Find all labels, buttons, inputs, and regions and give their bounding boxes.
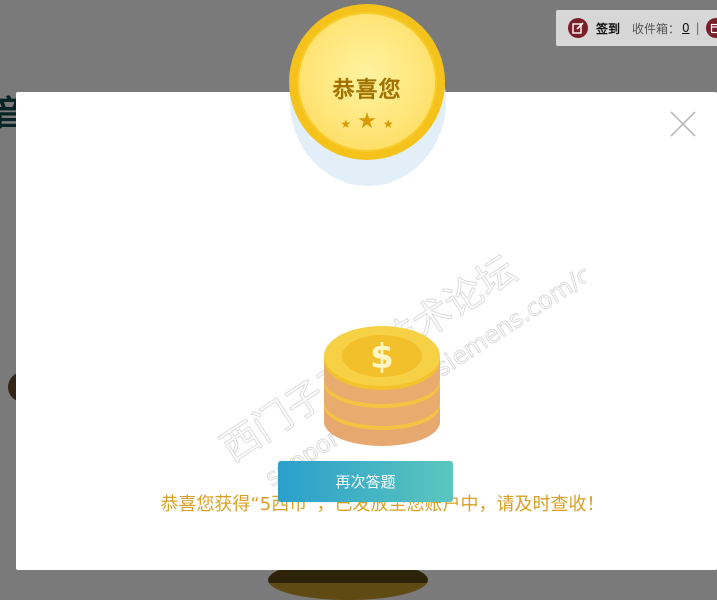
inbox-label: 收件箱： (632, 21, 681, 36)
sign-in-link[interactable]: 签到 (596, 20, 620, 37)
sign-in-icon[interactable] (568, 18, 588, 38)
calendar-icon[interactable] (705, 18, 717, 38)
coin-stack-icon: $ (324, 326, 440, 446)
medal-title: 恭喜您 (332, 78, 402, 103)
user-toolbar: 签到 收件箱： 0 | (556, 10, 717, 46)
svg-text:$: $ (370, 337, 394, 377)
toolbar-separator: | (695, 21, 700, 35)
star-icons: ★ ★ ★ (340, 109, 394, 134)
retry-quiz-button[interactable]: 再次答题 (278, 461, 453, 502)
inbox-count-link[interactable]: 0 (682, 21, 690, 35)
close-icon[interactable] (669, 110, 697, 138)
